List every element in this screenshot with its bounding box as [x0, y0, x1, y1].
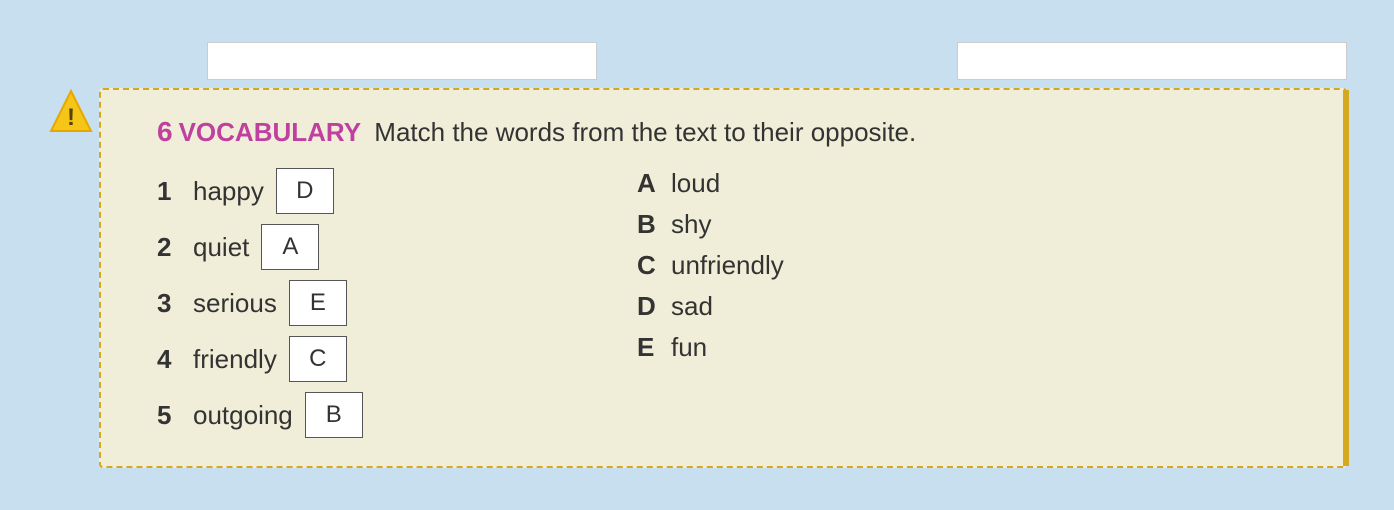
- option-word-b: shy: [671, 209, 711, 240]
- item-number-5: 5: [157, 400, 185, 431]
- option-word-c: unfriendly: [671, 250, 784, 281]
- answer-box-3[interactable]: E: [289, 280, 347, 326]
- exercise-instruction: Match the words from the text to their o…: [374, 117, 916, 147]
- warning-icon: !: [47, 87, 95, 135]
- option-letter-b: B: [637, 209, 661, 240]
- item-number-1: 1: [157, 176, 185, 207]
- option-letter-c: C: [637, 250, 661, 281]
- answer-box-5[interactable]: B: [305, 392, 363, 438]
- list-item: 2 quiet A: [157, 224, 497, 270]
- option-letter-a: A: [637, 168, 661, 199]
- item-word-2: quiet: [193, 232, 249, 263]
- exercise-card: 6VOCABULARY Match the words from the tex…: [99, 88, 1347, 468]
- option-row: E fun: [637, 332, 784, 363]
- item-number-3: 3: [157, 288, 185, 319]
- option-word-d: sad: [671, 291, 713, 322]
- item-number-4: 4: [157, 344, 185, 375]
- item-word-3: serious: [193, 288, 277, 319]
- option-letter-e: E: [637, 332, 661, 363]
- exercise-number: 6: [157, 116, 173, 147]
- exercise-header: 6VOCABULARY Match the words from the tex…: [157, 114, 1313, 150]
- vocab-label: VOCABULARY: [179, 117, 361, 147]
- left-column: 1 happy D 2 quiet A 3 serious E 4 friend…: [157, 168, 497, 438]
- list-item: 4 friendly C: [157, 336, 497, 382]
- item-word-4: friendly: [193, 344, 277, 375]
- answer-box-4[interactable]: C: [289, 336, 347, 382]
- option-word-e: fun: [671, 332, 707, 363]
- answer-box-1[interactable]: D: [276, 168, 334, 214]
- list-item: 1 happy D: [157, 168, 497, 214]
- option-row: C unfriendly: [637, 250, 784, 281]
- list-item: 3 serious E: [157, 280, 497, 326]
- right-column: A loud B shy C unfriendly D sad E: [637, 168, 784, 438]
- option-word-a: loud: [671, 168, 720, 199]
- list-item: 5 outgoing B: [157, 392, 497, 438]
- option-row: D sad: [637, 291, 784, 322]
- page-wrapper: ! 6VOCABULARY Match the words from the t…: [47, 32, 1347, 478]
- svg-text:!: !: [67, 104, 75, 131]
- top-input-left[interactable]: [207, 42, 597, 80]
- top-input-right[interactable]: [957, 42, 1347, 80]
- right-border-indicator: [1343, 90, 1349, 466]
- option-letter-d: D: [637, 291, 661, 322]
- item-word-1: happy: [193, 176, 264, 207]
- answer-box-2[interactable]: A: [261, 224, 319, 270]
- option-row: A loud: [637, 168, 784, 199]
- top-inputs-row: [47, 42, 1347, 80]
- items-container: 1 happy D 2 quiet A 3 serious E 4 friend…: [157, 168, 1313, 438]
- item-word-5: outgoing: [193, 400, 293, 431]
- option-row: B shy: [637, 209, 784, 240]
- item-number-2: 2: [157, 232, 185, 263]
